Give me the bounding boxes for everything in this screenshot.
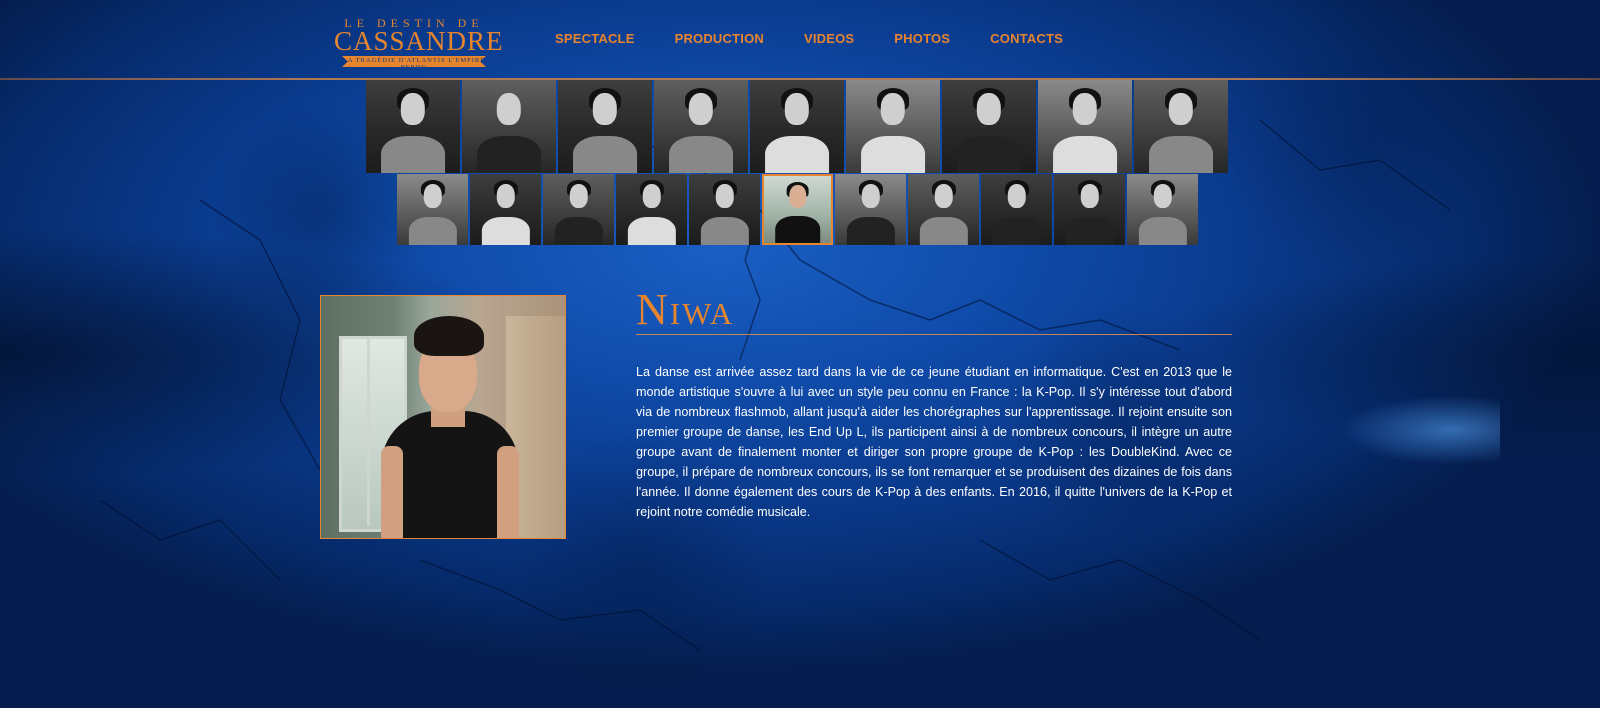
nav-spectacle[interactable]: SPECTACLE xyxy=(555,31,635,46)
cast-thumbnail[interactable] xyxy=(1054,174,1125,245)
profile-name-divider xyxy=(636,334,1232,335)
thumb-body xyxy=(1065,216,1114,245)
thumb-body xyxy=(1053,135,1117,173)
portrait-window-frame xyxy=(367,336,370,526)
cast-thumbnail[interactable] xyxy=(462,80,556,173)
thumb-body xyxy=(765,135,829,173)
cast-thumbnails-row-1 xyxy=(366,80,1230,173)
thumb-face xyxy=(642,183,661,209)
thumb-face xyxy=(1080,183,1099,209)
thumb-body xyxy=(957,135,1021,173)
cast-thumbnail[interactable] xyxy=(558,80,652,173)
cast-thumbnail[interactable] xyxy=(942,80,1036,173)
logo-main-text: CASSANDRE xyxy=(334,26,504,56)
logo-subtitle: LA TRAGÉDIE D'ATLANTIS L'EMPIRE PERDU xyxy=(342,57,486,71)
thumb-body xyxy=(1138,216,1187,245)
thumb-face xyxy=(592,93,618,125)
thumb-body xyxy=(381,135,445,173)
cast-thumbnail[interactable] xyxy=(470,174,541,245)
site-header: LE DESTIN DE CASSANDRE LA TRAGÉDIE D'ATL… xyxy=(0,0,1600,80)
thumb-face xyxy=(400,93,426,125)
thumb-body xyxy=(700,216,749,245)
thumb-body xyxy=(477,135,541,173)
thumb-body xyxy=(554,216,603,245)
thumb-face xyxy=(688,93,714,125)
portrait-hair xyxy=(414,316,484,356)
thumb-body xyxy=(1149,135,1213,173)
cast-thumbnail[interactable] xyxy=(981,174,1052,245)
thumb-face xyxy=(934,183,953,209)
cast-thumbnail[interactable] xyxy=(397,174,468,245)
thumb-face xyxy=(496,183,515,209)
thumb-face xyxy=(784,93,810,125)
thumb-body xyxy=(774,216,821,243)
thumb-face xyxy=(976,93,1002,125)
cast-thumbnail[interactable] xyxy=(543,174,614,245)
thumb-face xyxy=(880,93,906,125)
thumb-body xyxy=(846,216,895,245)
thumb-body xyxy=(627,216,676,245)
cast-thumbnail[interactable] xyxy=(750,80,844,173)
nav-production[interactable]: PRODUCTION xyxy=(675,31,764,46)
main-nav: SPECTACLE PRODUCTION VIDEOS PHOTOS CONTA… xyxy=(555,31,1103,46)
profile-bio: La danse est arrivée assez tard dans la … xyxy=(636,365,1232,519)
cast-thumbnail-selected[interactable] xyxy=(762,174,833,245)
thumb-face xyxy=(715,183,734,209)
cast-thumbnails-row-2 xyxy=(397,174,1200,245)
portrait-arm-left xyxy=(381,446,403,538)
thumb-face xyxy=(1072,93,1098,125)
thumb-face xyxy=(1007,183,1026,209)
cast-thumbnail[interactable] xyxy=(654,80,748,173)
cast-thumbnail[interactable] xyxy=(835,174,906,245)
cast-thumbnail[interactable] xyxy=(616,174,687,245)
profile-portrait xyxy=(320,295,566,539)
thumb-face xyxy=(1168,93,1194,125)
thumb-body xyxy=(481,216,530,245)
thumb-body xyxy=(669,135,733,173)
thumb-face xyxy=(861,183,880,209)
thumb-body xyxy=(861,135,925,173)
cast-thumbnail[interactable] xyxy=(1127,174,1198,245)
cast-thumbnail[interactable] xyxy=(1134,80,1228,173)
thumb-body xyxy=(992,216,1041,245)
thumb-face xyxy=(496,93,522,125)
thumb-face xyxy=(788,185,807,209)
thumb-body xyxy=(573,135,637,173)
nav-contacts[interactable]: CONTACTS xyxy=(990,31,1063,46)
thumb-face xyxy=(423,183,442,209)
site-logo[interactable]: LE DESTIN DE CASSANDRE LA TRAGÉDIE D'ATL… xyxy=(334,14,504,71)
thumb-body xyxy=(919,216,968,245)
cast-thumbnail[interactable] xyxy=(689,174,760,245)
light-glow xyxy=(1340,395,1500,465)
nav-photos[interactable]: PHOTOS xyxy=(894,31,950,46)
portrait-arm-right xyxy=(497,446,519,538)
cast-thumbnail[interactable] xyxy=(1038,80,1132,173)
thumb-body xyxy=(408,216,457,245)
thumb-face xyxy=(569,183,588,209)
nav-videos[interactable]: VIDEOS xyxy=(804,31,854,46)
thumb-face xyxy=(1153,183,1172,209)
cast-thumbnail[interactable] xyxy=(908,174,979,245)
profile-name: Niwa xyxy=(636,285,735,334)
cast-thumbnail[interactable] xyxy=(846,80,940,173)
cast-thumbnail[interactable] xyxy=(366,80,460,173)
